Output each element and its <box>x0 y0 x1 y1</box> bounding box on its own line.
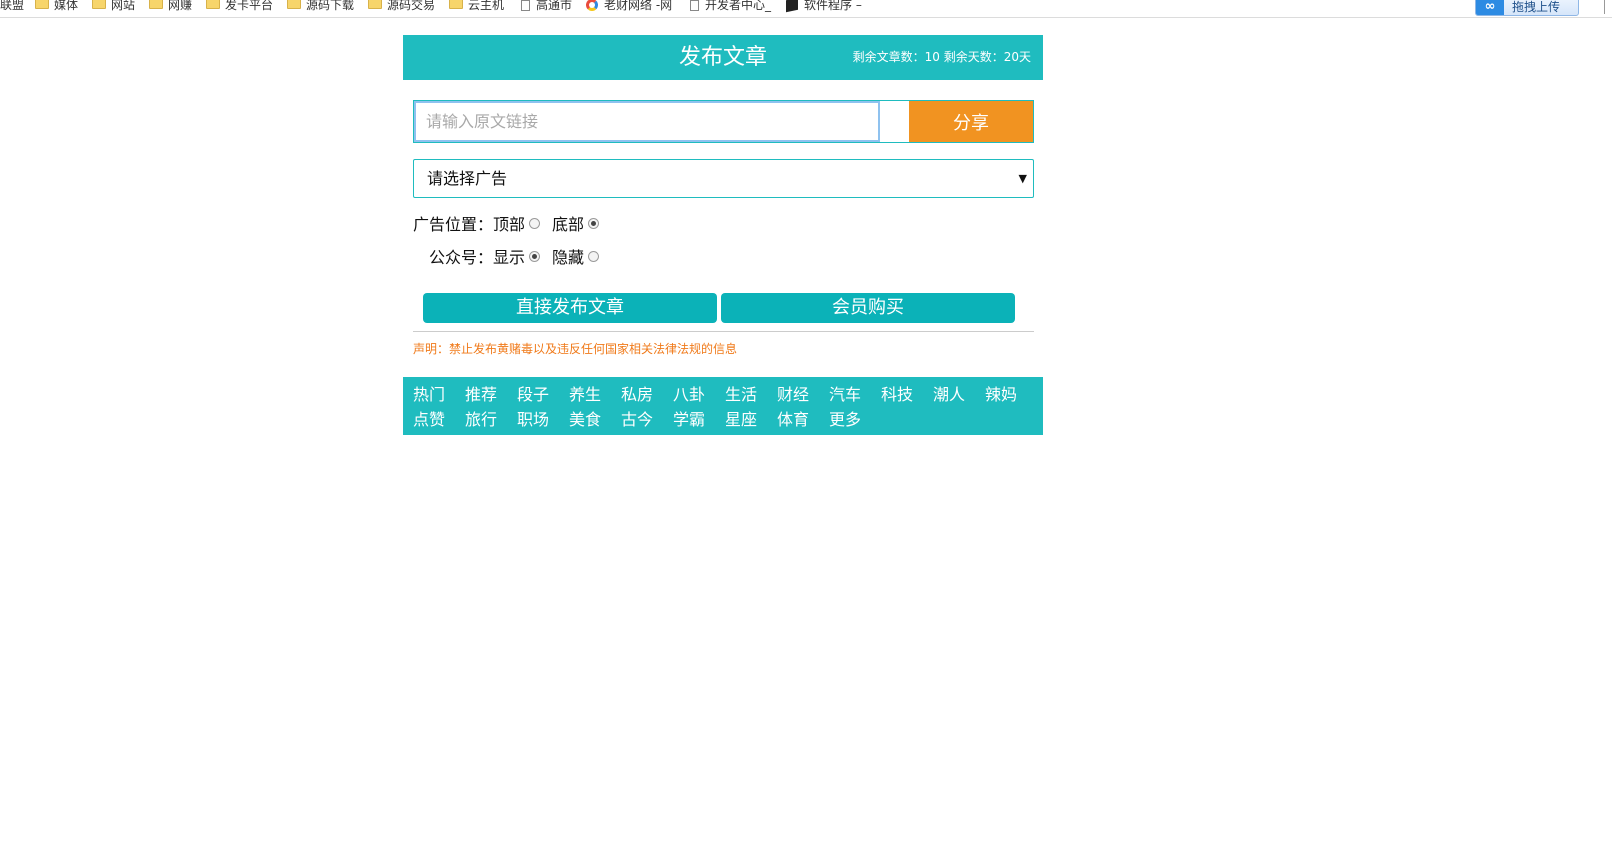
bookmark-label: 网赚 <box>168 0 193 12</box>
category-link[interactable]: 点赞 <box>413 407 465 432</box>
publish-panel: 发布文章 剩余文章数：10 剩余天数：20天 分享 请选择广告 ▼ 广告位置：顶… <box>403 35 1043 435</box>
folder-icon <box>35 0 49 9</box>
radio-bottom[interactable] <box>588 218 600 229</box>
bookmark-label: 老财网络 -网 <box>604 0 673 12</box>
divider <box>413 331 1034 332</box>
folder-icon <box>287 0 301 9</box>
publish-article-button[interactable]: 直接发布文章 <box>423 293 717 323</box>
panel-header: 发布文章 剩余文章数：10 剩余天数：20天 <box>403 35 1043 80</box>
ad-select-value: 请选择广告 <box>427 169 508 188</box>
ad-position-label: 广告位置： <box>413 215 494 234</box>
remaining-stats: 剩余文章数：10 剩余天数：20天 <box>852 50 1031 64</box>
share-button[interactable]: 分享 <box>909 101 1033 142</box>
category-link[interactable]: 更多 <box>829 407 881 432</box>
radio-label-show: 显示 <box>493 248 526 267</box>
category-bar: 热门 推荐 段子 养生 私房 八卦 生活 财经 汽车 科技 潮人 辣妈点赞 旅行 职场 美食 古今 学霸 星座 体育… <box>403 377 1043 435</box>
ring-icon <box>586 0 598 11</box>
notice-text: 声明：禁止发布黄赌毒以及违反任何国家相关法律法规的信息 <box>413 342 738 356</box>
bookmark-item[interactable]: 软件程序 – <box>786 0 862 14</box>
bookmark-item[interactable]: 源码交易 <box>368 0 435 14</box>
category-link[interactable]: 美食 <box>569 407 621 432</box>
radio-show[interactable] <box>529 251 541 262</box>
category-link[interactable]: 科技 <box>881 382 933 407</box>
category-link[interactable]: 推荐 <box>465 382 517 407</box>
article-url-input[interactable] <box>414 101 880 142</box>
folder-icon <box>368 0 382 9</box>
bookmark-label: 网站 <box>111 0 136 12</box>
radio-label-hide: 隐藏 <box>552 248 585 267</box>
category-link[interactable]: 星座 <box>725 407 777 432</box>
drag-upload-button[interactable]: ∞ 拖拽上传 <box>1475 0 1579 16</box>
category-link[interactable]: 学霸 <box>673 407 725 432</box>
bookmark-item[interactable]: 源码下载 <box>287 0 354 14</box>
page-icon <box>521 0 530 11</box>
category-link[interactable]: 职场 <box>517 407 569 432</box>
category-link[interactable]: 八卦 <box>673 382 725 407</box>
category-link[interactable]: 段子 <box>517 382 569 407</box>
folder-icon <box>92 0 106 9</box>
bookmark-item[interactable]: 网赚 <box>149 0 192 14</box>
category-link[interactable]: 私房 <box>621 382 673 407</box>
category-link[interactable]: 辣妈 <box>985 382 1037 407</box>
member-purchase-button[interactable]: 会员购买 <box>721 293 1015 323</box>
bookmark-label: 软件程序 – <box>804 0 862 12</box>
radio-label-top: 顶部 <box>493 215 526 234</box>
folder-icon <box>449 0 463 9</box>
bookmark-label: 云主机 <box>468 0 505 12</box>
upload-label: 拖拽上传 <box>1512 0 1561 14</box>
radio-label-bottom: 底部 <box>552 215 585 234</box>
category-link[interactable]: 生活 <box>725 382 777 407</box>
bookmark-label: 发卡平台 <box>225 0 274 12</box>
bookmark-item[interactable]: 老财网络 -网 <box>586 0 672 14</box>
bookmark-label: 媒体 <box>54 0 79 12</box>
bookmark-item[interactable]: 开发者中心_ <box>690 0 771 14</box>
bookmark-label: 开发者中心_ <box>705 0 772 12</box>
category-link[interactable]: 热门 <box>413 382 465 407</box>
bookmark-item[interactable]: 网站 <box>92 0 135 14</box>
bookmark-item[interactable]: 发卡平台 <box>206 0 273 14</box>
bookmark-label: 源码下载 <box>306 0 355 12</box>
category-link[interactable]: 财经 <box>777 382 829 407</box>
ad-position-row: 广告位置：顶部 底部 <box>413 215 611 235</box>
infinity-logo-icon: ∞ <box>1476 0 1504 15</box>
toolbar-edge-divider <box>1604 0 1605 14</box>
page-icon <box>690 0 699 11</box>
cube-icon <box>786 0 798 13</box>
bookmarks-bar: 联盟 媒体 网站 网赚 发卡平台 源码下载 源码交易 云主机 高通市 老财网络 … <box>0 0 1612 18</box>
category-link[interactable]: 潮人 <box>933 382 985 407</box>
account-row: 公众号：显示 隐藏 <box>429 248 611 268</box>
account-label: 公众号： <box>429 248 494 267</box>
category-link[interactable]: 体育 <box>777 407 829 432</box>
bookmark-item[interactable]: 媒体 <box>35 0 78 14</box>
folder-icon <box>206 0 220 9</box>
bookmark-label: 联盟 <box>0 0 25 12</box>
url-row: 分享 <box>413 100 1034 143</box>
radio-top[interactable] <box>529 218 541 229</box>
action-buttons: 直接发布文章 会员购买 <box>423 293 1023 323</box>
ad-select[interactable]: 请选择广告 ▼ <box>413 159 1034 198</box>
radio-hide[interactable] <box>588 251 600 262</box>
bookmark-item[interactable]: 高通市 <box>521 0 572 14</box>
bookmark-item[interactable]: 云主机 <box>449 0 504 14</box>
bookmark-label: 高通市 <box>536 0 573 12</box>
category-link[interactable]: 汽车 <box>829 382 881 407</box>
category-link[interactable]: 古今 <box>621 407 673 432</box>
category-link[interactable]: 旅行 <box>465 407 517 432</box>
folder-icon <box>149 0 163 9</box>
bookmark-label: 源码交易 <box>387 0 436 12</box>
category-link[interactable]: 养生 <box>569 382 621 407</box>
dropdown-caret-icon: ▼ <box>1018 172 1027 185</box>
bookmark-item[interactable]: 联盟 <box>0 0 24 14</box>
